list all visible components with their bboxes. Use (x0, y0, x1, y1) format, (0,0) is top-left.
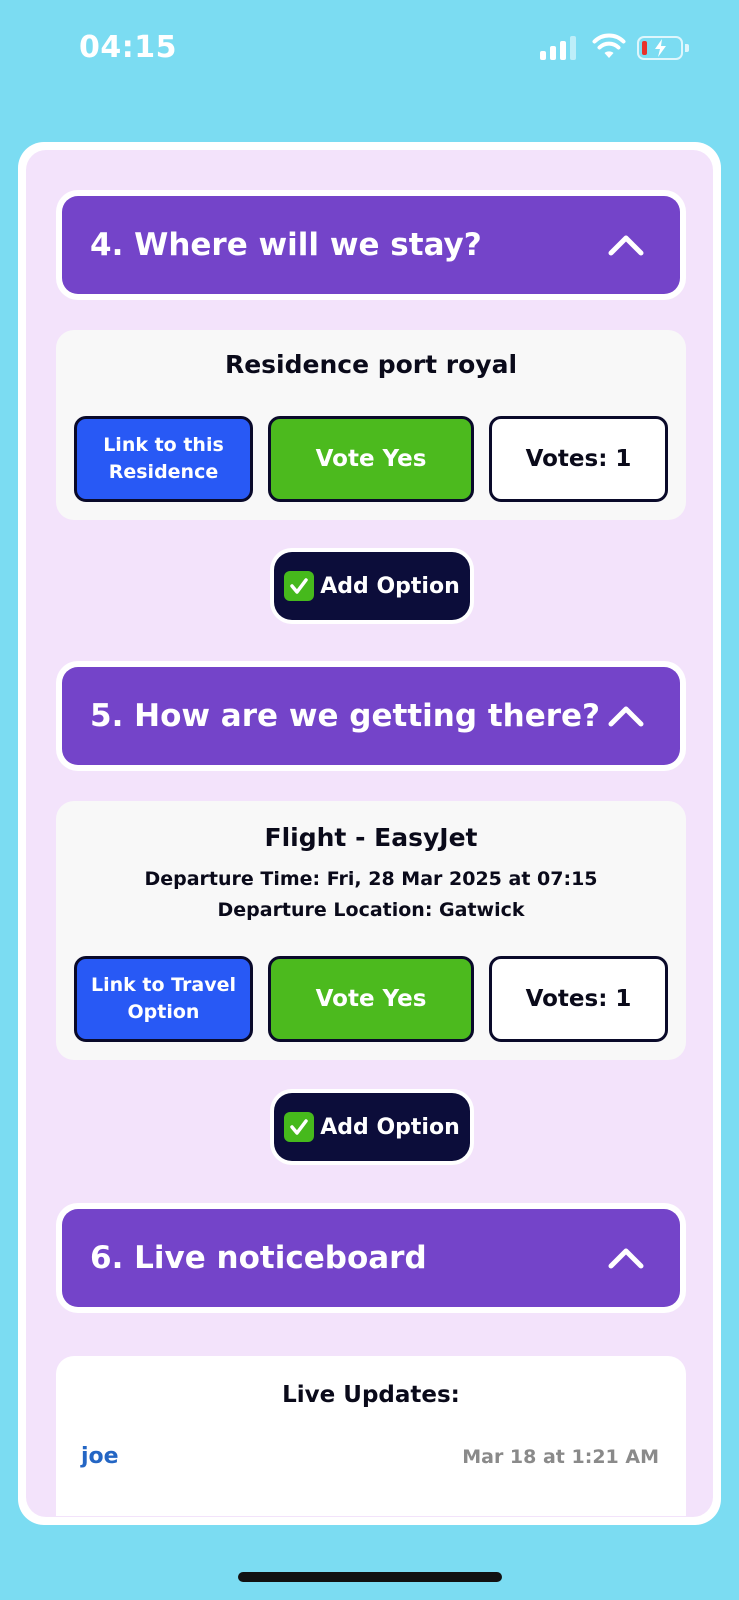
section-header-accommodation[interactable]: 4. Where will we stay? (56, 190, 686, 300)
add-option-inner[interactable]: Add Option (274, 1093, 470, 1161)
departure-time: Departure Time: Fri, 28 Mar 2025 at 07:1… (144, 868, 598, 890)
live-updates-title: Live Updates: (282, 1382, 460, 1408)
cellular-signal-icon (540, 36, 578, 60)
votes-count: Votes: 1 (489, 416, 668, 502)
trip-card: 4. Where will we stay? Residence port ro… (18, 142, 721, 1525)
add-option-inner[interactable]: Add Option (274, 552, 470, 620)
status-time: 04:15 (79, 30, 177, 65)
live-updates-panel: Live Updates: joe Mar 18 at 1:21 AM (56, 1356, 686, 1516)
section-header-travel[interactable]: 5. How are we getting there? (56, 661, 686, 771)
section-title: 6. Live noticeboard (90, 1240, 427, 1276)
add-option-label: Add Option (320, 573, 460, 599)
option-card-travel: Flight - EasyJet Departure Time: Fri, 28… (56, 801, 686, 1060)
add-option-button-travel[interactable]: Add Option (270, 1089, 474, 1165)
link-button[interactable]: Link to Travel Option (74, 956, 253, 1042)
section-title: 4. Where will we stay? (90, 227, 482, 263)
departure-location: Departure Location: Gatwick (217, 899, 525, 921)
option-card-accommodation: Residence port royal Link to this Reside… (56, 330, 686, 520)
vote-yes-button[interactable]: Vote Yes (268, 416, 474, 502)
section-header-noticeboard[interactable]: 6. Live noticeboard (56, 1203, 686, 1313)
section-toggle-travel[interactable]: 5. How are we getting there? (62, 667, 680, 765)
message-author[interactable]: joe (81, 1444, 119, 1469)
section-toggle-accommodation[interactable]: 4. Where will we stay? (62, 196, 680, 294)
home-indicator[interactable] (238, 1572, 502, 1582)
wifi-icon (592, 33, 626, 58)
option-actions: Link to Travel Option Vote Yes Votes: 1 (74, 956, 668, 1042)
battery-icon (637, 36, 689, 60)
message-timestamp: Mar 18 at 1:21 AM (462, 1446, 659, 1468)
votes-count: Votes: 1 (489, 956, 668, 1042)
trip-card-content[interactable]: 4. Where will we stay? Residence port ro… (26, 150, 713, 1517)
status-bar: 04:15 (0, 0, 739, 100)
option-title: Flight - EasyJet (264, 823, 478, 852)
add-option-button-accommodation[interactable]: Add Option (270, 548, 474, 624)
check-mark-button-icon (284, 1112, 315, 1142)
option-actions: Link to this Residence Vote Yes Votes: 1 (74, 416, 668, 502)
section-toggle-noticeboard[interactable]: 6. Live noticeboard (62, 1209, 680, 1307)
chevron-up-icon[interactable] (608, 705, 644, 727)
vote-yes-button[interactable]: Vote Yes (268, 956, 474, 1042)
add-option-label: Add Option (320, 1114, 460, 1140)
chevron-up-icon[interactable] (608, 234, 644, 256)
chevron-up-icon[interactable] (608, 1247, 644, 1269)
section-title: 5. How are we getting there? (90, 698, 601, 734)
link-button[interactable]: Link to this Residence (74, 416, 253, 502)
option-title: Residence port royal (224, 350, 518, 379)
check-mark-button-icon (284, 571, 315, 601)
